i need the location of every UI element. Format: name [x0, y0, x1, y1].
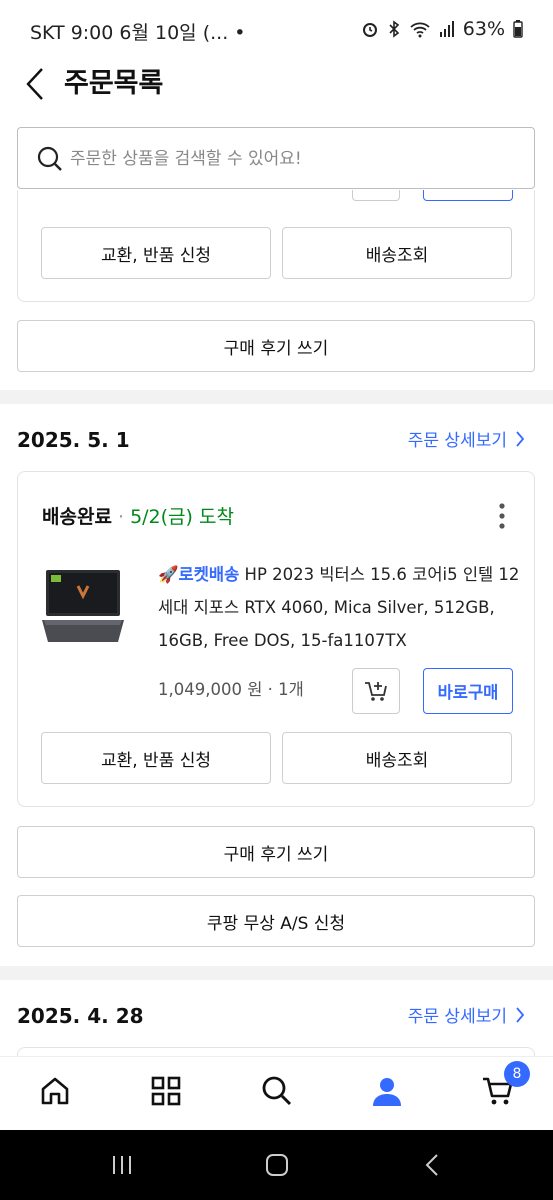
buy-now-button[interactable]: [423, 190, 513, 201]
home-system-button[interactable]: [257, 1150, 297, 1180]
section-divider: [0, 390, 553, 404]
nav-search[interactable]: [257, 1071, 297, 1111]
free-as-request-button[interactable]: 쿠팡 무상 A/S 신청: [17, 895, 535, 947]
nav-cart[interactable]: 8: [478, 1061, 530, 1111]
home-icon: [41, 1077, 69, 1105]
user-icon: [373, 1078, 401, 1106]
bluetooth-icon: [389, 20, 399, 38]
wifi-icon: [410, 22, 430, 38]
bottom-navigation: 8: [0, 1056, 553, 1130]
system-navigation-bar: [0, 1130, 553, 1200]
status-time-date: SKT 9:00 6월 10일 (... •: [30, 22, 246, 44]
search-placeholder: 주문한 상품을 검색할 수 있어요!: [70, 149, 302, 169]
nav-my-page[interactable]: [367, 1071, 407, 1111]
order-date: 2025. 5. 1: [17, 428, 130, 452]
delivery-tracking-button[interactable]: 배송조회: [282, 227, 512, 279]
search-icon: [262, 1076, 292, 1106]
back-arrow-icon: [425, 1154, 438, 1176]
grid-icon: [151, 1076, 181, 1106]
app-header: 주문목록: [0, 58, 553, 118]
order-card-previous: 교환, 반품 신청 배송조회: [17, 190, 535, 302]
alarm-icon: [362, 23, 377, 37]
order-card: [17, 1047, 535, 1056]
exchange-return-button[interactable]: 교환, 반품 신청: [41, 227, 271, 279]
cart-add-button[interactable]: [352, 190, 400, 201]
arrival-date: 5/2(금) 도착: [130, 506, 234, 528]
add-to-cart-button[interactable]: [352, 668, 400, 714]
recent-apps-button[interactable]: [102, 1150, 142, 1180]
order-search-input[interactable]: 주문한 상품을 검색할 수 있어요!: [17, 127, 535, 189]
cart-plus-icon: [365, 682, 387, 701]
write-review-button[interactable]: 구매 후기 쓰기: [17, 826, 535, 878]
rocket-delivery-badge: 로켓배송: [178, 565, 240, 584]
order-detail-link[interactable]: 주문 상세보기: [408, 1002, 525, 1027]
chevron-right-icon: [516, 1006, 525, 1023]
order-list[interactable]: 교환, 반품 신청 배송조회 구매 후기 쓰기 2025. 5. 1 주문 상세…: [0, 190, 553, 1056]
chevron-right-icon: [516, 430, 525, 447]
product-name[interactable]: 🚀로켓배송 HP 2023 빅터스 15.6 코어i5 인텔 12세대 지포스 …: [158, 558, 526, 657]
rocket-icon: 🚀: [158, 565, 179, 584]
page-title: 주문목록: [64, 68, 164, 99]
cart-count-badge: 8: [504, 1061, 530, 1087]
order-detail-label: 주문 상세보기: [407, 1007, 507, 1027]
order-detail-label: 주문 상세보기: [407, 431, 507, 451]
nav-categories[interactable]: [146, 1071, 186, 1111]
nav-home[interactable]: [35, 1071, 75, 1111]
order-card: 배송완료 · 5/2(금) 도착 🚀로켓배송 HP 2023 빅터스 15.6 …: [17, 471, 535, 807]
back-system-button[interactable]: [412, 1150, 452, 1180]
price-quantity: 1,049,000 원 · 1개: [158, 680, 304, 699]
more-options-icon[interactable]: [498, 502, 506, 530]
status-bar: SKT 9:00 6월 10일 (... • 63%: [0, 0, 553, 58]
search-icon: [37, 146, 62, 171]
write-review-button[interactable]: 구매 후기 쓰기: [17, 320, 535, 372]
exchange-return-button[interactable]: 교환, 반품 신청: [41, 732, 271, 784]
battery-icon: [513, 20, 523, 38]
recent-apps-icon: [113, 1156, 131, 1174]
order-date: 2025. 4. 28: [17, 1004, 144, 1028]
back-button[interactable]: [20, 64, 50, 104]
status-icons: 63%: [361, 18, 523, 40]
battery-percent: 63%: [462, 18, 505, 40]
section-divider: [0, 966, 553, 980]
status-separator: ·: [117, 506, 125, 528]
home-circle-icon: [266, 1154, 288, 1176]
delivery-tracking-button[interactable]: 배송조회: [282, 732, 512, 784]
delivery-status-label: 배송완료: [42, 506, 112, 528]
product-thumbnail[interactable]: [40, 562, 126, 648]
signal-icon: [439, 21, 454, 37]
buy-now-button[interactable]: 바로구매: [423, 668, 513, 714]
delivery-status: 배송완료 · 5/2(금) 도착: [42, 502, 234, 529]
order-detail-link[interactable]: 주문 상세보기: [408, 426, 525, 451]
chevron-left-icon: [26, 68, 43, 100]
